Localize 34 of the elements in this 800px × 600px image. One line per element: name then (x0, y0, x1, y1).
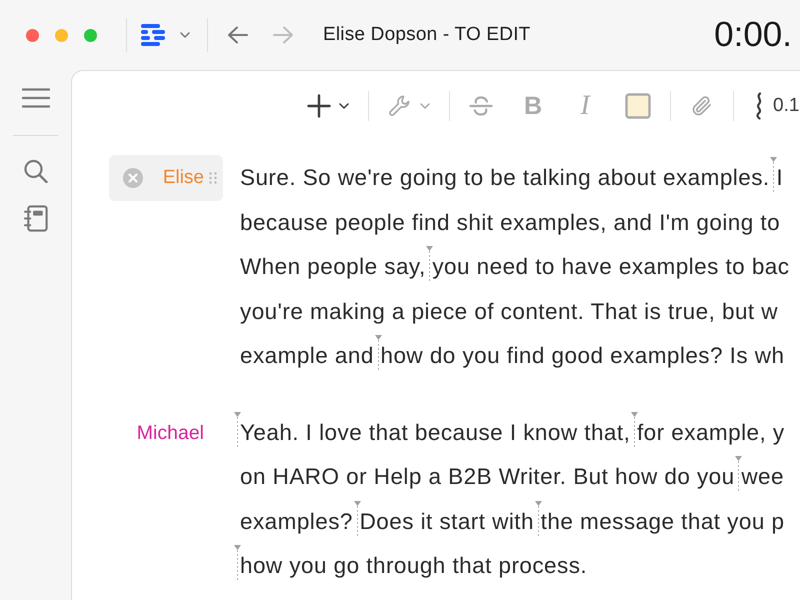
speaker-label[interactable]: Michael (136, 410, 204, 454)
drag-handle-icon[interactable] (209, 172, 217, 184)
plus-icon (307, 94, 331, 118)
minimize-window-button[interactable] (55, 28, 68, 42)
paperclip-icon (690, 94, 714, 118)
notebook-icon[interactable] (22, 205, 48, 232)
logo-icon (141, 24, 166, 46)
transcript-line: When people say, you need to have examples to bac (240, 253, 790, 282)
transcript-line: how you go through that process. (240, 552, 588, 580)
forward-arrow-icon (273, 26, 294, 44)
gap-button[interactable]: 0.1 (745, 92, 800, 120)
zoom-window-button[interactable] (84, 28, 97, 42)
swatch-icon (625, 92, 651, 118)
close-window-button[interactable] (26, 28, 39, 42)
close-icon[interactable] (122, 168, 143, 188)
caret-icon (180, 32, 190, 38)
menu-icon[interactable] (22, 88, 50, 108)
transcript-line: examples? Does it start with the message that you p (240, 508, 784, 536)
timecode: 0:00. (714, 15, 793, 55)
back-button[interactable] (227, 26, 248, 44)
app-menu-button[interactable] (141, 24, 190, 46)
transcript-line: because people find shit examples, and I'm going to (240, 208, 780, 237)
strikethrough-icon (469, 94, 493, 118)
search-icon[interactable] (22, 159, 48, 183)
speaker-chip[interactable]: Elise (108, 155, 223, 201)
transcript-line: Sure. So we're going to be talking about examples. I (240, 164, 784, 192)
transcript-line: you're making a piece of content. That is true, but w (240, 298, 778, 326)
window-title: Elise Dopson - TO EDIT (323, 24, 530, 46)
back-arrow-icon (227, 26, 248, 44)
transcript-line: on HARO or Help a B2B Writer. But how do you wee (240, 463, 784, 492)
transcript-line: example and how do you find good examples? Is wh (240, 342, 784, 370)
speaker-label[interactable]: Elise (162, 156, 204, 200)
wrench-icon (388, 94, 412, 118)
transcript-line: Yeah. I love that because I know that, for example, y (240, 418, 785, 447)
